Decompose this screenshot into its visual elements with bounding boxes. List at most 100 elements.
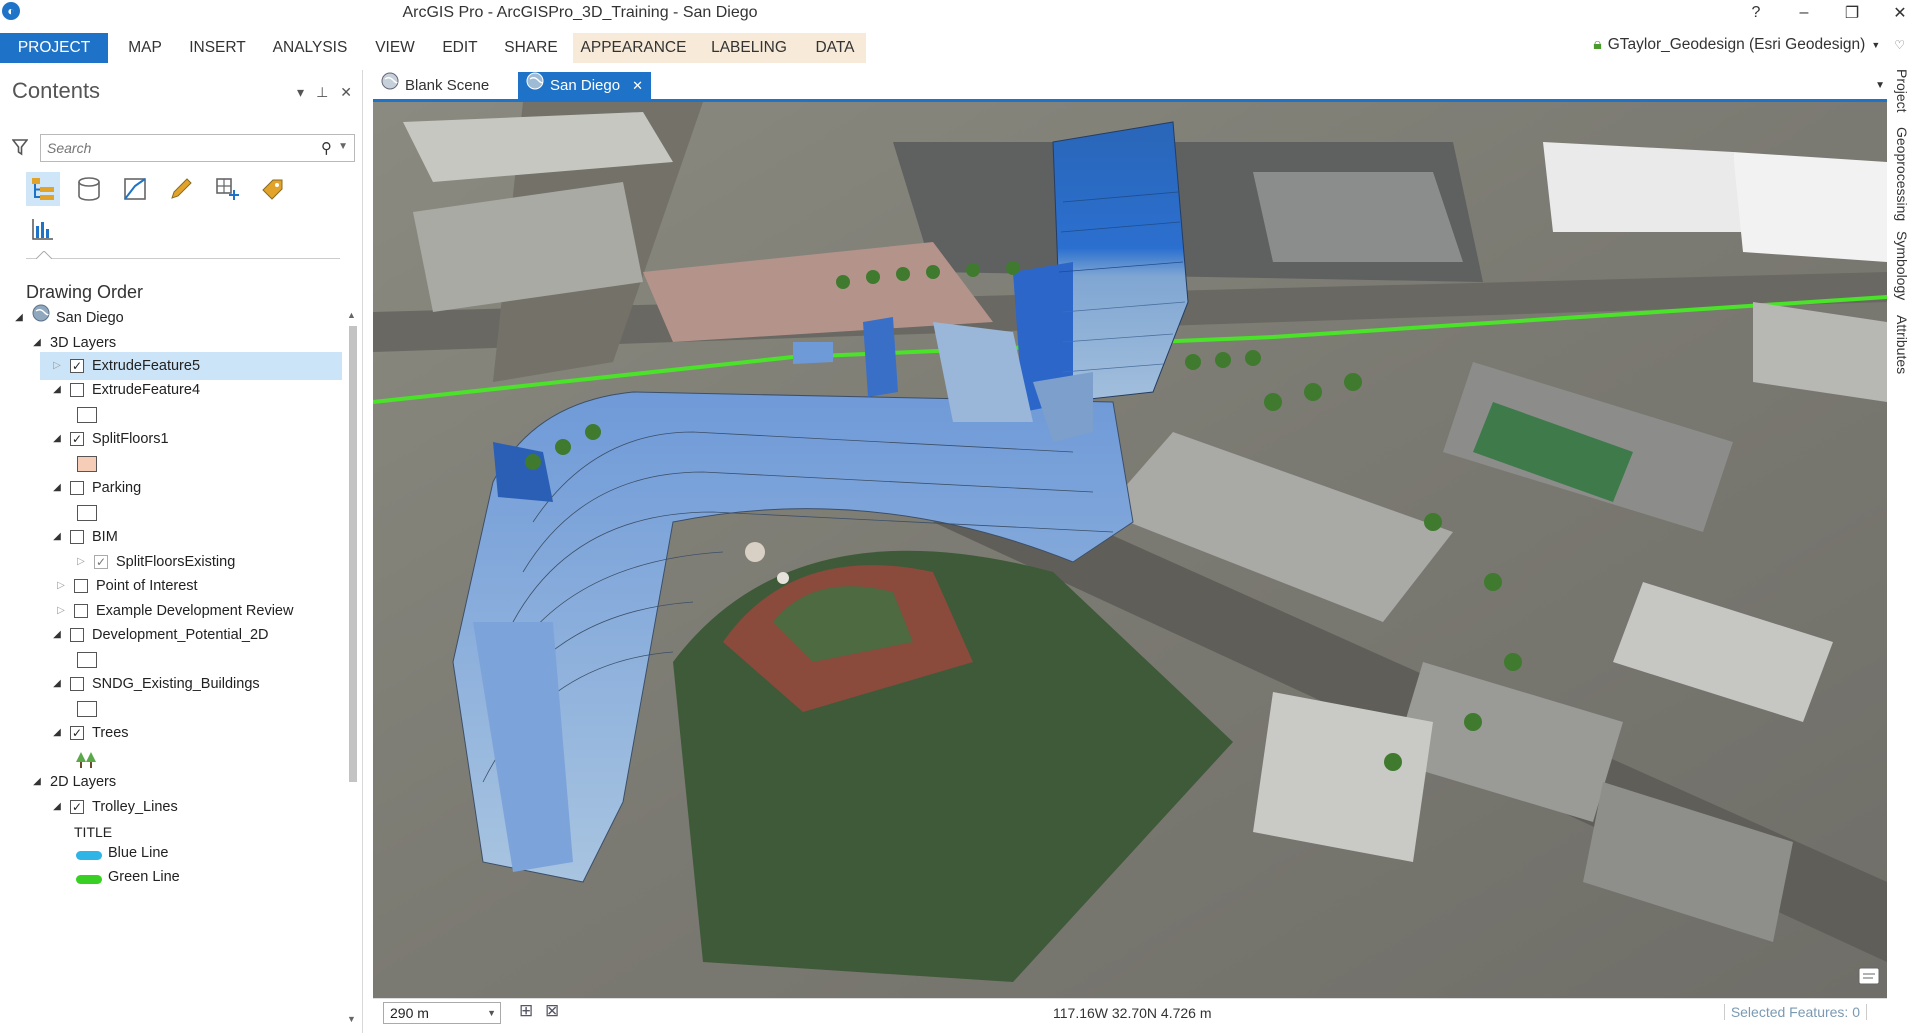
pin-icon[interactable]: ⊥ [316, 84, 328, 101]
tab-list-chevron-icon[interactable]: ▼ [1875, 80, 1885, 91]
ribbon-collapse-icon[interactable]: ♡ [1894, 38, 1905, 52]
tab-project-pane[interactable]: Project [1894, 69, 1910, 113]
layer-checkbox[interactable]: ✓ [70, 800, 84, 814]
globe-icon [526, 72, 544, 100]
legend-green-line: Green Line [108, 869, 180, 885]
layer-checkbox[interactable]: ✓ [70, 726, 84, 740]
green-line-symbol[interactable] [76, 875, 102, 884]
tab-appearance[interactable]: APPEARANCE [573, 33, 694, 63]
layer-trees[interactable]: ◢ ✓ Trees [50, 719, 128, 747]
scale-combobox[interactable]: 290 m ▼ [383, 1002, 501, 1024]
layer-parking[interactable]: ◢ Parking [50, 474, 141, 502]
tab-blank-scene[interactable]: Blank Scene [373, 72, 497, 100]
layer-extrudefeature4[interactable]: ◢ ExtrudeFeature4 [50, 376, 200, 404]
minimize-button[interactable]: – [1795, 4, 1813, 22]
symbol-swatch[interactable] [77, 701, 97, 717]
tab-data[interactable]: DATA [804, 33, 866, 63]
labeling-view-icon[interactable] [256, 172, 290, 206]
expand-arrow-icon[interactable]: ◢ [50, 793, 64, 821]
layer-checkbox[interactable] [70, 628, 84, 642]
scrollbar-thumb[interactable] [349, 326, 357, 782]
symbol-swatch[interactable] [77, 652, 97, 668]
chevron-down-icon: ▼ [1871, 40, 1881, 50]
layer-checkbox[interactable]: ✓ [70, 432, 84, 446]
tab-insert[interactable]: INSERT [185, 33, 250, 63]
expand-arrow-icon[interactable]: ◢ [50, 425, 64, 453]
layer-checkbox[interactable]: ✓ [94, 555, 108, 569]
expand-arrow-icon[interactable]: ◢ [50, 621, 64, 649]
expand-arrow-icon[interactable]: ◢ [50, 670, 64, 698]
symbol-swatch[interactable] [77, 505, 97, 521]
layer-bim[interactable]: ◢ BIM [50, 523, 118, 551]
search-options-icon[interactable]: ▼ [338, 141, 348, 152]
scene-render[interactable] [373, 102, 1887, 998]
legend-title: TITLE [74, 824, 113, 840]
data-source-view-icon[interactable] [72, 172, 106, 206]
help-button[interactable]: ? [1747, 4, 1765, 22]
collapsed-arrow-icon[interactable]: ▷ [54, 572, 68, 600]
tab-project[interactable]: PROJECT [0, 33, 108, 63]
layer-point-of-interest[interactable]: ▷ Point of Interest [50, 572, 197, 600]
expand-arrow-icon[interactable]: ◢ [50, 719, 64, 747]
layer-checkbox[interactable]: ✓ [70, 359, 84, 373]
user-signin[interactable]: 🔒︎ GTaylor_Geodesign (Esri Geodesign) ▼ … [1593, 36, 1905, 54]
tab-san-diego[interactable]: San Diego ✕ [518, 72, 651, 100]
scroll-up-arrow[interactable]: ▲ [347, 310, 356, 320]
drawing-order-heading: Drawing Order [26, 282, 144, 302]
pane-options-icon[interactable]: ▾ [297, 84, 304, 101]
scene-view[interactable] [373, 102, 1887, 998]
layer-checkbox[interactable] [70, 677, 84, 691]
layer-trolley-lines[interactable]: ◢ ✓ Trolley_Lines [50, 793, 178, 821]
fixed-zoom-icon[interactable]: ⊞ [519, 1001, 533, 1021]
tab-labeling[interactable]: LABELING [694, 33, 804, 63]
selected-features-count[interactable]: Selected Features: 0 [1723, 1004, 1867, 1020]
expand-arrow-icon[interactable]: ◢ [50, 376, 64, 404]
search-icon[interactable]: ⚲ [321, 139, 332, 157]
close-button[interactable]: ✕ [1891, 3, 1909, 23]
layer-checkbox[interactable] [70, 383, 84, 397]
symbol-swatch[interactable] [77, 407, 97, 423]
layer-development-potential-2d[interactable]: ◢ Development_Potential_2D [50, 621, 268, 649]
selection-view-icon[interactable] [118, 172, 152, 206]
contents-title: Contents [12, 78, 101, 103]
editing-view-icon[interactable] [164, 172, 198, 206]
coordinate-system-icon[interactable]: ⊠ [545, 1001, 559, 1021]
search-input[interactable] [41, 135, 311, 161]
layer-checkbox[interactable] [74, 604, 88, 618]
restore-button[interactable]: ❐ [1843, 3, 1861, 23]
chevron-down-icon[interactable]: ▼ [487, 1003, 496, 1023]
layer-splitfloors1[interactable]: ◢ ✓ SplitFloors1 [50, 425, 168, 453]
blue-line-symbol[interactable] [76, 851, 102, 860]
scroll-down-arrow[interactable]: ▼ [347, 1014, 356, 1024]
tab-view[interactable]: VIEW [370, 33, 420, 63]
expand-arrow-icon[interactable]: ◢ [50, 474, 64, 502]
layer-checkbox[interactable] [70, 481, 84, 495]
drawing-order-view-icon[interactable] [26, 172, 60, 206]
close-pane-icon[interactable]: ✕ [340, 84, 352, 101]
filter-icon[interactable] [11, 138, 29, 161]
layer-checkbox[interactable] [70, 530, 84, 544]
tab-attributes-pane[interactable]: Attributes [1894, 315, 1910, 374]
expand-arrow-icon[interactable]: ◢ [30, 768, 44, 796]
expand-arrow-icon[interactable]: ◢ [50, 523, 64, 551]
tab-edit[interactable]: EDIT [435, 33, 485, 63]
status-bar: 290 m ▼ ⊞ ⊠ 117.16W 32.70N 4.726 m Selec… [373, 998, 1887, 1033]
tab-geoprocessing-pane[interactable]: Geoprocessing [1894, 127, 1910, 221]
layer-checkbox[interactable] [74, 579, 88, 593]
tab-share[interactable]: SHARE [497, 33, 565, 63]
tab-analysis[interactable]: ANALYSIS [265, 33, 355, 63]
layer-sndg-existing-buildings[interactable]: ◢ SNDG_Existing_Buildings [50, 670, 260, 698]
tree-group-2d-layers[interactable]: ◢ 2D Layers [30, 768, 116, 796]
close-tab-icon[interactable]: ✕ [632, 72, 643, 100]
tab-symbology-pane[interactable]: Symbology [1894, 231, 1910, 300]
snapping-view-icon[interactable] [210, 172, 244, 206]
charts-view-icon[interactable] [26, 212, 60, 246]
globe-icon [381, 72, 399, 100]
tree-map-san-diego[interactable]: ◢ San Diego [12, 304, 124, 332]
coordinate-readout: 117.16W 32.70N 4.726 m [1053, 1005, 1212, 1021]
expand-arrow-icon[interactable]: ◢ [12, 304, 26, 332]
symbol-swatch[interactable] [77, 456, 97, 472]
tab-map[interactable]: MAP [120, 33, 170, 63]
document-tab-bar: Blank Scene San Diego ✕ ▼ [373, 70, 1887, 100]
window-title: ArcGIS Pro - ArcGISPro_3D_Training - San… [402, 4, 758, 21]
